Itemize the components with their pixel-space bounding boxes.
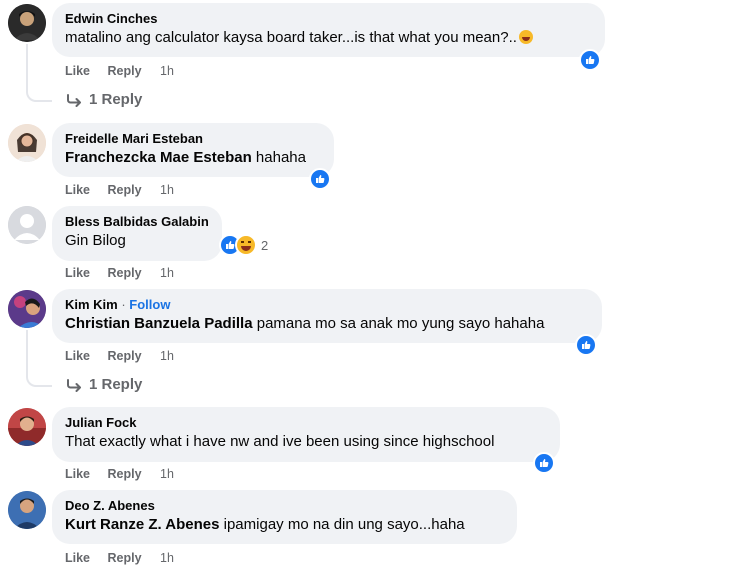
reaction-count: 2 <box>261 237 269 253</box>
commenter-name[interactable]: Edwin Cinches <box>65 10 592 27</box>
comment-text-body: pamana mo sa anak mo yung sayo hahaha <box>252 315 545 332</box>
avatar[interactable] <box>8 124 46 162</box>
reply-button[interactable]: Reply <box>108 349 142 363</box>
comment-text-body: hahaha <box>251 149 306 166</box>
comment-text: Franchezcka Mae Esteban hahaha <box>65 148 321 168</box>
like-reaction-icon <box>309 168 331 190</box>
like-button[interactable]: Like <box>65 467 90 481</box>
reply-button[interactable]: Reply <box>108 266 142 280</box>
reply-button[interactable]: Reply <box>108 551 142 565</box>
like-button[interactable]: Like <box>65 183 90 197</box>
reaction-summary[interactable] <box>309 168 331 190</box>
like-button[interactable]: Like <box>65 349 90 363</box>
reply-arrow-icon <box>67 93 81 107</box>
comment-actions: Like Reply 1h <box>65 467 174 481</box>
follow-button[interactable]: Follow <box>129 297 170 312</box>
commenter-name[interactable]: Freidelle Mari Esteban <box>65 130 321 147</box>
commenter-name[interactable]: Bless Balbidas Galabin <box>65 213 209 230</box>
reaction-summary[interactable] <box>533 452 555 474</box>
comment-text: matalino ang calculator kaysa board take… <box>65 28 592 48</box>
comment-bubble: Kim Kim · Follow Christian Banzuela Padi… <box>52 289 602 343</box>
avatar[interactable] <box>8 491 46 529</box>
reaction-summary[interactable] <box>579 49 601 71</box>
like-reaction-icon <box>579 49 601 71</box>
like-button[interactable]: Like <box>65 551 90 565</box>
mention-link[interactable]: Kurt Ranze Z. Abenes <box>65 516 219 533</box>
comment-bubble: Deo Z. Abenes Kurt Ranze Z. Abenes ipami… <box>52 490 517 544</box>
like-button[interactable]: Like <box>65 266 90 280</box>
mention-link[interactable]: Franchezcka Mae Esteban <box>65 149 252 166</box>
comment-actions: Like Reply 1h <box>65 183 174 197</box>
comment-bubble: Edwin Cinches matalino ang calculator ka… <box>52 3 605 57</box>
reaction-summary[interactable] <box>575 334 597 356</box>
comment-bubble: Julian Fock That exactly what i have nw … <box>52 407 560 462</box>
comment-actions: Like Reply 1h <box>65 266 174 280</box>
comment-text: Christian Banzuela Padilla pamana mo sa … <box>65 314 589 334</box>
commenter-name-link[interactable]: Kim Kim <box>65 297 118 312</box>
replies-count: 1 Reply <box>89 376 143 393</box>
comment-actions: Like Reply 1h <box>65 349 174 363</box>
comment-bubble: Freidelle Mari Esteban Franchezcka Mae E… <box>52 123 334 177</box>
comment-timestamp[interactable]: 1h <box>160 64 174 78</box>
comment-text-body: That exactly what i have nw and ive been… <box>65 433 495 450</box>
avatar[interactable] <box>8 408 46 446</box>
reply-button[interactable]: Reply <box>108 64 142 78</box>
like-reaction-icon <box>533 452 555 474</box>
laughing-emoji-icon <box>235 234 257 256</box>
view-replies-link[interactable]: 1 Reply <box>66 91 142 108</box>
reply-button[interactable]: Reply <box>108 467 142 481</box>
comment-text-body: ipamigay mo na din ung sayo...haha <box>219 516 465 533</box>
comment-timestamp[interactable]: 1h <box>160 551 174 565</box>
avatar[interactable] <box>8 290 46 328</box>
comment-timestamp[interactable]: 1h <box>160 183 174 197</box>
comment-text: Gin Bilog <box>65 231 209 251</box>
laughing-emoji-icon <box>518 30 533 44</box>
comment-timestamp[interactable]: 1h <box>160 349 174 363</box>
avatar[interactable] <box>8 206 46 244</box>
comment-text-body: matalino ang calculator kaysa board take… <box>65 29 517 46</box>
comment-text: That exactly what i have nw and ive been… <box>65 432 547 452</box>
comment-actions: Like Reply 1h <box>65 64 174 78</box>
reply-arrow-icon <box>67 378 81 392</box>
reaction-summary[interactable]: 2 <box>219 234 268 256</box>
thread-line <box>26 44 52 102</box>
view-replies-link[interactable]: 1 Reply <box>66 376 142 393</box>
comment-text-body: Gin Bilog <box>65 232 126 249</box>
commenter-name[interactable]: Deo Z. Abenes <box>65 497 504 514</box>
commenter-name[interactable]: Julian Fock <box>65 414 547 431</box>
thread-line <box>26 330 52 387</box>
like-reaction-icon <box>575 334 597 356</box>
comment-timestamp[interactable]: 1h <box>160 467 174 481</box>
comment-text: Kurt Ranze Z. Abenes ipamigay mo na din … <box>65 515 504 535</box>
mention-link[interactable]: Christian Banzuela Padilla <box>65 315 253 332</box>
comment-actions: Like Reply 1h <box>65 551 174 565</box>
replies-count: 1 Reply <box>89 91 143 108</box>
commenter-name: Kim Kim · Follow <box>65 297 171 312</box>
reply-button[interactable]: Reply <box>108 183 142 197</box>
comment-timestamp[interactable]: 1h <box>160 266 174 280</box>
comment-bubble: Bless Balbidas Galabin Gin Bilog <box>52 206 222 261</box>
like-button[interactable]: Like <box>65 64 90 78</box>
avatar[interactable] <box>8 4 46 42</box>
